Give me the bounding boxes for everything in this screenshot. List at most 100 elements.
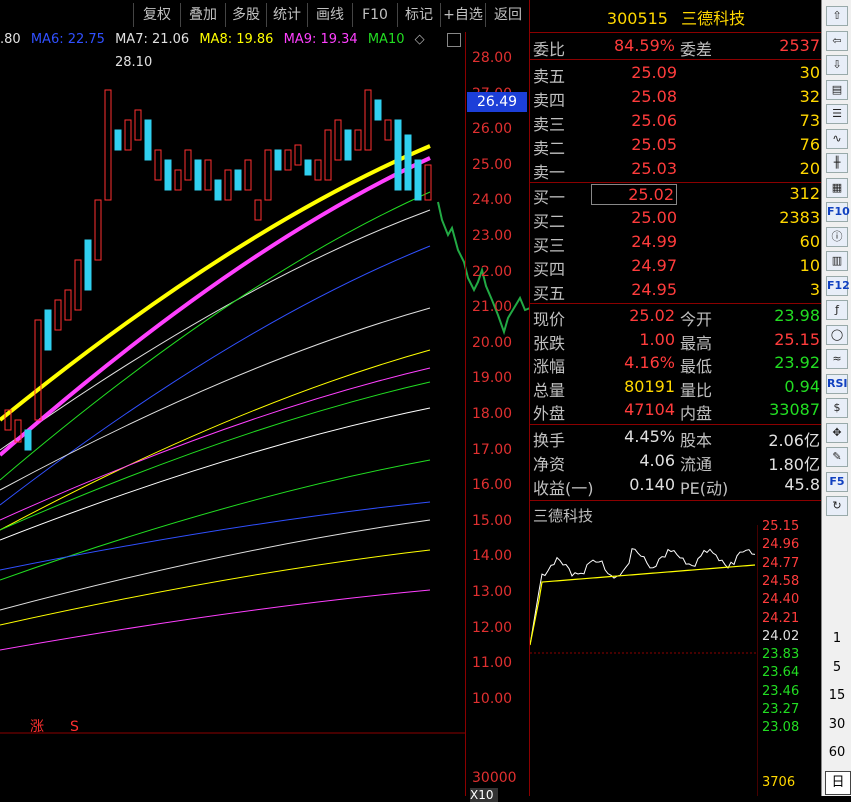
fundamental-label-right: 股本 bbox=[680, 427, 712, 451]
quote-value: 47104 bbox=[624, 400, 675, 419]
ask-level-volume: 32 bbox=[800, 87, 820, 106]
toolbar-statistics-button[interactable]: 统计 bbox=[266, 3, 307, 27]
committee-ratio-value: 84.59% bbox=[614, 36, 675, 55]
candlestick bbox=[215, 180, 221, 200]
refresh-icon[interactable]: ↻ bbox=[826, 496, 848, 516]
fundamental-label: 换手 bbox=[533, 427, 565, 451]
f12-icon[interactable]: F12 bbox=[826, 276, 848, 296]
down-arrow-icon[interactable]: ⇩ bbox=[826, 55, 848, 75]
toolbar-back-button[interactable]: 返回 bbox=[485, 3, 530, 27]
quote-panel: 300515 三德科技 委比 84.59% 委差 2537 卖五 25.09 30 卖… bbox=[529, 0, 822, 796]
toolbar-overlay-button[interactable]: 叠加 bbox=[180, 3, 225, 27]
report-icon[interactable]: ▦ bbox=[826, 178, 848, 198]
candlestick bbox=[85, 240, 91, 290]
quote-value: 25.02 bbox=[629, 306, 675, 325]
price-axis-tick: 24.00 bbox=[472, 192, 512, 208]
moving-average-line bbox=[0, 210, 430, 450]
moving-average-line bbox=[0, 590, 430, 650]
up-arrow-icon[interactable]: ⇧ bbox=[826, 6, 848, 26]
bid-level-label: 买四 bbox=[533, 256, 565, 280]
intraday-axis-tick: 23.27 bbox=[762, 702, 799, 717]
candlestick bbox=[195, 160, 201, 190]
intraday-chart[interactable] bbox=[530, 525, 758, 796]
high-price-label: 28.10 bbox=[115, 55, 152, 70]
stock-code: 300515 bbox=[607, 9, 668, 28]
f10-icon[interactable]: F10 bbox=[826, 202, 848, 222]
price-axis-tick: 15.00 bbox=[472, 513, 512, 529]
quote-label-right: 量比 bbox=[680, 377, 712, 401]
period-button[interactable]: 日 bbox=[825, 771, 851, 795]
left-arrow-icon[interactable]: ⇦ bbox=[826, 31, 848, 51]
toolbar-mark-button[interactable]: 标记 bbox=[397, 3, 440, 27]
period-button[interactable]: 60 bbox=[825, 742, 849, 764]
volume-scale-tag: X10 bbox=[470, 788, 498, 802]
ask-level-row: 卖四 25.08 32 bbox=[530, 87, 822, 110]
ask-level-price: 25.08 bbox=[631, 87, 677, 106]
move-icon[interactable]: ✥ bbox=[826, 423, 848, 443]
fx-icon[interactable]: ƒ bbox=[826, 300, 848, 320]
toolbar-add-favorite-button[interactable]: +自选 bbox=[440, 3, 485, 27]
table-icon[interactable]: ▤ bbox=[826, 80, 848, 100]
candlestick bbox=[265, 150, 271, 200]
moving-average-line bbox=[0, 502, 430, 570]
fundamental-row: 换手 4.45% 股本 2.06亿 bbox=[530, 427, 822, 450]
candlestick bbox=[295, 145, 301, 165]
dollar-icon[interactable]: $ bbox=[826, 398, 848, 418]
f5-icon[interactable]: F5 bbox=[826, 472, 848, 492]
rsi-icon[interactable]: RSI bbox=[826, 374, 848, 394]
bid-level-label: 买二 bbox=[533, 208, 565, 232]
period-button[interactable]: 5 bbox=[825, 657, 849, 679]
bid-level-row: 买三 24.99 60 bbox=[530, 232, 822, 255]
wave-icon[interactable]: ≈ bbox=[826, 349, 848, 369]
quote-row: 张跌 1.00 最高 25.15 bbox=[530, 330, 822, 353]
candlestick bbox=[55, 300, 61, 330]
toolbar-restore-rights-button[interactable]: 复权 bbox=[133, 3, 180, 27]
kline-chart[interactable]: 28.10 涨 S bbox=[0, 50, 465, 796]
fundamental-value-right: 45.8 bbox=[784, 475, 820, 494]
candlestick bbox=[335, 120, 341, 160]
bid-level-row: 买一 25.02 312 bbox=[530, 184, 822, 207]
candlestick bbox=[225, 170, 231, 200]
toolbar-f10-button[interactable]: F10 bbox=[352, 3, 397, 27]
legend-collapse-icon[interactable] bbox=[447, 33, 461, 47]
bid-level-volume: 312 bbox=[789, 184, 820, 203]
bid-level-row: 买四 24.97 10 bbox=[530, 256, 822, 279]
quote-value-right: 23.98 bbox=[774, 306, 820, 325]
period-button[interactable]: 1 bbox=[825, 628, 849, 650]
moving-average-line bbox=[0, 368, 430, 520]
toolbar-draw-line-button[interactable]: 画线 bbox=[307, 3, 352, 27]
candlestick bbox=[275, 150, 281, 170]
bid-level-volume: 10 bbox=[800, 256, 820, 275]
price-axis-tick: 17.00 bbox=[472, 442, 512, 458]
volume-axis-tick: 30000 bbox=[472, 770, 517, 786]
ask-level-label: 卖五 bbox=[533, 63, 565, 87]
bid-level-volume: 3 bbox=[810, 280, 820, 299]
toolbar-multi-stock-button[interactable]: 多股 bbox=[225, 3, 266, 27]
ask-level-row: 卖一 25.03 20 bbox=[530, 159, 822, 182]
fundamental-value: 0.140 bbox=[629, 475, 675, 494]
candlestick bbox=[315, 160, 321, 180]
circle-icon[interactable]: ◯ bbox=[826, 325, 848, 345]
candlestick bbox=[45, 310, 51, 350]
bid-level-price: 25.02 bbox=[591, 184, 677, 205]
candlestick bbox=[155, 150, 161, 180]
period-button[interactable]: 30 bbox=[825, 714, 849, 736]
pencil-icon[interactable]: ✎ bbox=[826, 447, 848, 467]
moving-average-legend: .80 MA6: 22.75 MA7: 21.06 MA8: 19.86 MA9… bbox=[0, 32, 465, 50]
quote-row: 涨幅 4.16% 最低 23.92 bbox=[530, 353, 822, 376]
list-icon[interactable]: ☰ bbox=[826, 104, 848, 124]
period-button[interactable]: 15 bbox=[825, 685, 849, 707]
price-axis-tick: 13.00 bbox=[472, 584, 512, 600]
bid-level-label: 买五 bbox=[533, 280, 565, 304]
price-axis-tick: 20.00 bbox=[472, 335, 512, 351]
line-chart-icon[interactable]: ∿ bbox=[826, 129, 848, 149]
quote-label-right: 内盘 bbox=[680, 400, 712, 424]
candlestick bbox=[65, 290, 71, 320]
info-icon[interactable]: ⓘ bbox=[826, 227, 848, 247]
legend-toggle-icon[interactable]: ◇ bbox=[415, 32, 425, 47]
doc-icon[interactable]: ▥ bbox=[826, 251, 848, 271]
bid-level-row: 买五 24.95 3 bbox=[530, 280, 822, 303]
ask-level-price: 25.05 bbox=[631, 135, 677, 154]
kline-icon[interactable]: ╫ bbox=[826, 153, 848, 173]
fundamental-value-right: 2.06亿 bbox=[768, 427, 820, 451]
